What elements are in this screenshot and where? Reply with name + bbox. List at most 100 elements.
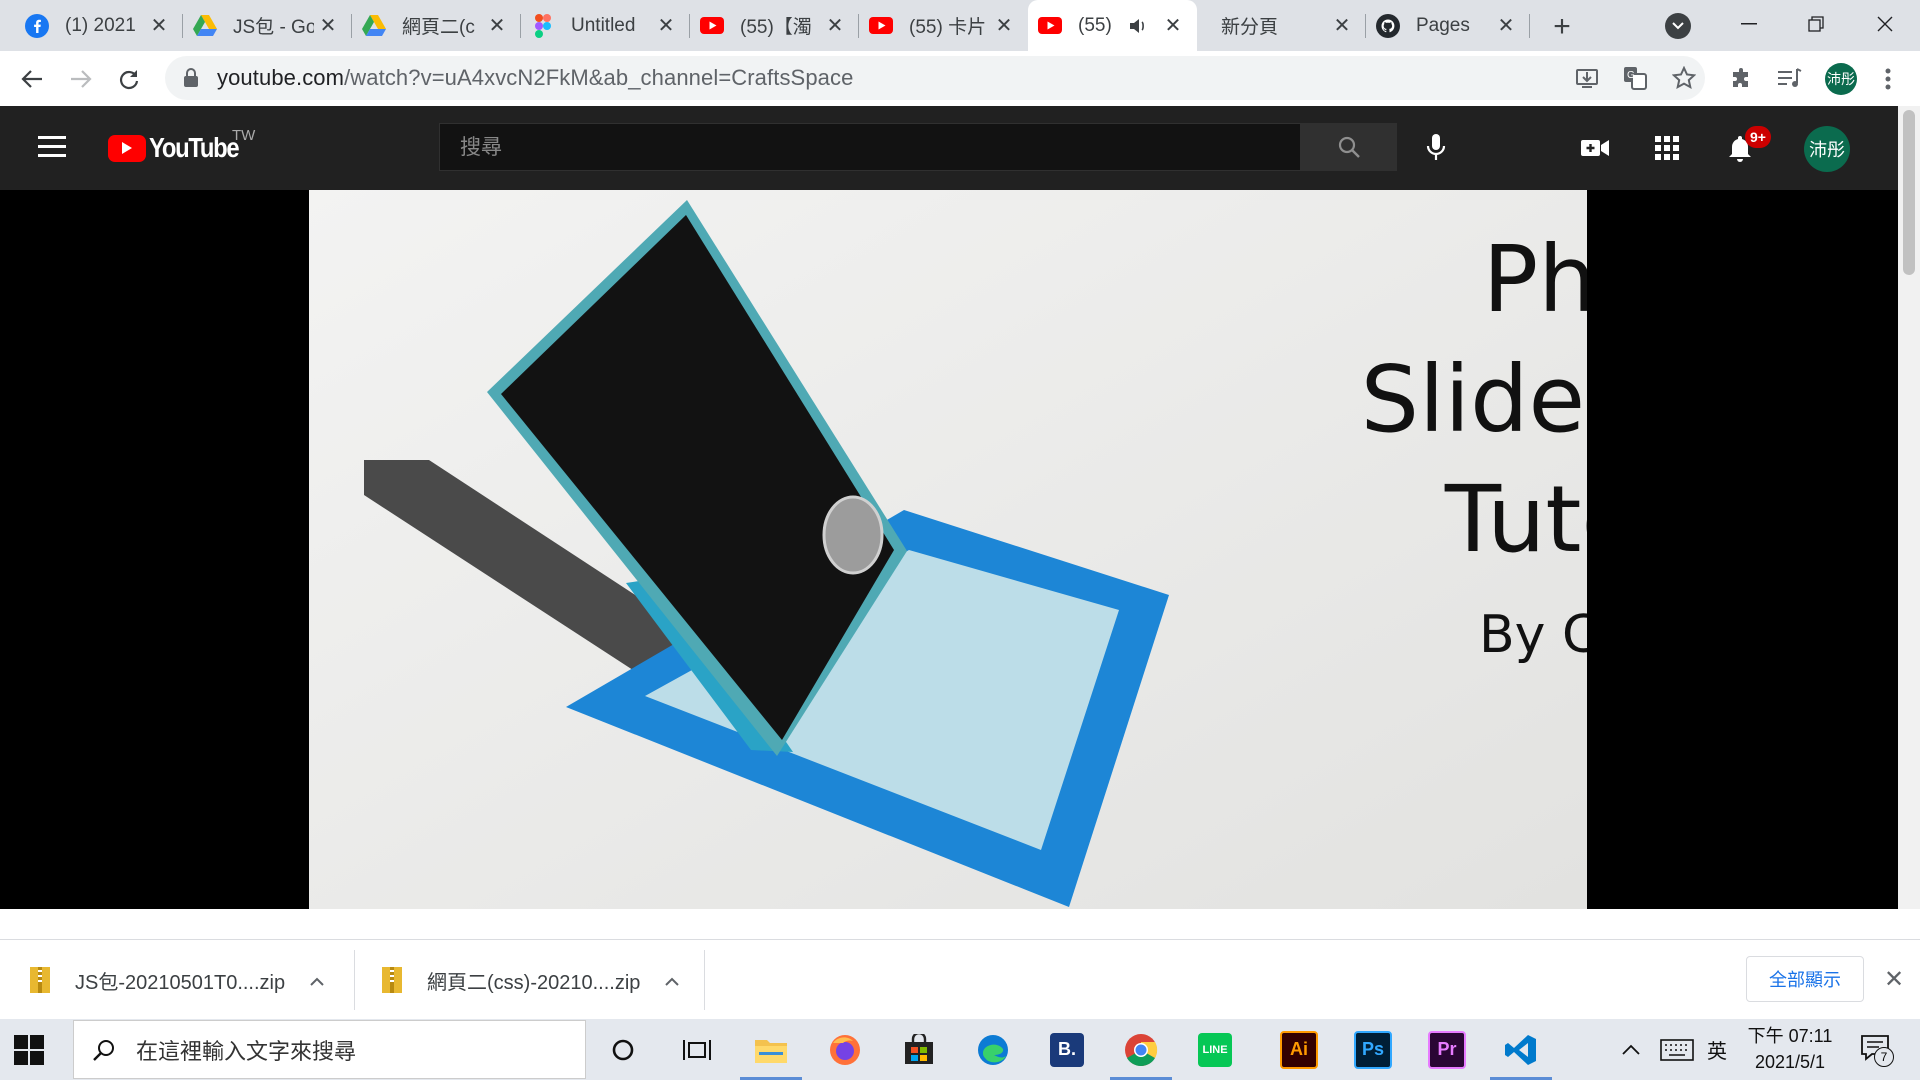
browser-tab-strip: (1) 2021 ✕ JS包 - Go ✕ 網頁二(c ✕ Untitled ✕… xyxy=(0,0,1920,51)
tab-figma[interactable]: Untitled ✕ xyxy=(521,0,690,51)
url-text[interactable]: youtube.com/watch?v=uA4xvcN2FkM&ab_chann… xyxy=(217,65,853,91)
browser-profile-avatar[interactable]: 沛彤 xyxy=(1825,63,1857,95)
minimize-button[interactable] xyxy=(1718,2,1780,46)
tab-close-icon[interactable]: ✕ xyxy=(1159,12,1187,40)
tab-close-icon[interactable]: ✕ xyxy=(314,12,342,40)
download-item[interactable]: 網頁二(css)-20210....zip xyxy=(352,940,704,1020)
github-icon xyxy=(1376,13,1400,38)
scrollbar-thumb[interactable] xyxy=(1903,110,1915,275)
figma-icon xyxy=(531,13,555,38)
tab-close-icon[interactable]: ✕ xyxy=(990,12,1018,40)
show-hidden-icons-chevron[interactable] xyxy=(1622,1019,1640,1080)
tab-close-icon[interactable]: ✕ xyxy=(652,12,680,40)
voice-search-button[interactable] xyxy=(1415,126,1457,168)
youtube-account-avatar[interactable]: 沛彤 xyxy=(1804,126,1850,172)
cortana-icon[interactable] xyxy=(586,1019,660,1080)
watch-page: Photo Slider Card Tutorial By Crafts Spa… xyxy=(0,190,1898,909)
page-content-gap xyxy=(0,909,1920,939)
chevron-up-icon[interactable] xyxy=(310,970,324,991)
reload-button[interactable] xyxy=(110,60,148,98)
install-app-icon[interactable] xyxy=(1574,65,1600,91)
file-explorer-icon[interactable] xyxy=(734,1019,808,1080)
task-view-icon[interactable] xyxy=(660,1019,734,1080)
guide-menu-icon[interactable] xyxy=(38,136,66,158)
address-bar[interactable]: youtube.com/watch?v=uA4xvcN2FkM&ab_chann… xyxy=(165,56,1705,100)
youtube-search-box[interactable] xyxy=(439,123,1301,171)
tab-youtube-active[interactable]: (55) ✕ xyxy=(1028,0,1197,51)
youtube-header: YouTube TW 9+ 沛彤 xyxy=(0,106,1898,190)
tab-label: Untitled xyxy=(571,14,636,36)
new-tab-button[interactable]: + xyxy=(1544,9,1580,45)
tab-search-button[interactable] xyxy=(1665,13,1691,39)
youtube-icon xyxy=(1038,14,1062,38)
tab-github-pages[interactable]: Pages ✕ xyxy=(1366,0,1530,51)
youtube-icon xyxy=(700,14,724,38)
close-shelf-icon[interactable]: ✕ xyxy=(1880,964,1908,994)
tab-facebook[interactable]: (1) 2021 ✕ xyxy=(15,0,183,51)
download-separator xyxy=(704,950,705,1010)
system-clock[interactable]: 下午 07:11 2021/5/1 xyxy=(1740,1023,1840,1075)
zip-file-icon xyxy=(30,967,50,993)
download-item[interactable]: JS包-20210501T0....zip xyxy=(0,940,352,1020)
apps-grid-icon[interactable] xyxy=(1652,133,1682,163)
line-app-icon[interactable]: LINE xyxy=(1178,1019,1252,1080)
illustrator-icon[interactable]: Ai xyxy=(1262,1019,1336,1080)
microphone-icon xyxy=(1426,134,1446,160)
clock-date: 2021/5/1 xyxy=(1754,1052,1826,1072)
audio-playing-icon[interactable] xyxy=(1129,16,1150,36)
chrome-icon[interactable] xyxy=(1104,1019,1178,1080)
tab-label: 新分頁 xyxy=(1221,17,1279,38)
tab-label: 網頁二(c xyxy=(402,17,475,38)
tab-close-icon[interactable]: ✕ xyxy=(821,12,849,40)
create-video-icon[interactable] xyxy=(1580,133,1610,163)
close-window-button[interactable] xyxy=(1854,2,1916,46)
extensions-icon[interactable] xyxy=(1728,65,1756,93)
back-button[interactable] xyxy=(13,60,51,98)
tab-youtube-1[interactable]: (55)【濁 ✕ xyxy=(690,0,859,51)
youtube-logo[interactable]: YouTube TW xyxy=(108,127,255,165)
tab-google-drive-js[interactable]: JS包 - Go ✕ xyxy=(183,0,352,51)
facebook-icon xyxy=(25,13,49,38)
action-center-icon[interactable]: 7 xyxy=(1860,1033,1896,1067)
ime-indicator[interactable]: 英 xyxy=(1707,1019,1727,1080)
lock-icon[interactable] xyxy=(183,68,199,88)
tab-close-icon[interactable]: ✕ xyxy=(1328,12,1356,40)
tab-google-drive-css[interactable]: 網頁二(c ✕ xyxy=(352,0,521,51)
windows-start-icon[interactable] xyxy=(14,1035,44,1065)
video-player[interactable]: Photo Slider Card Tutorial By Crafts Spa… xyxy=(309,190,1587,909)
booking-app-icon[interactable]: B. xyxy=(1030,1019,1104,1080)
restore-button[interactable] xyxy=(1785,2,1847,46)
tab-close-icon[interactable]: ✕ xyxy=(483,12,511,40)
translate-icon[interactable]: G xyxy=(1622,65,1648,91)
photoshop-icon[interactable]: Ps xyxy=(1336,1019,1410,1080)
browser-toolbar: youtube.com/watch?v=uA4xvcN2FkM&ab_chann… xyxy=(0,51,1920,107)
tab-close-icon[interactable]: ✕ xyxy=(145,12,173,40)
chevron-up-icon[interactable] xyxy=(665,970,680,991)
tab-separator xyxy=(1529,14,1530,38)
edge-icon[interactable] xyxy=(956,1019,1030,1080)
tab-youtube-2[interactable]: (55) 卡片 ✕ xyxy=(859,0,1028,51)
firefox-icon[interactable] xyxy=(808,1019,882,1080)
forward-button[interactable] xyxy=(62,60,100,98)
tab-label: Pages xyxy=(1416,14,1470,36)
media-control-icon[interactable] xyxy=(1776,65,1804,93)
tab-label: (1) 2021 xyxy=(65,14,136,36)
download-filename: 網頁二(css)-20210....zip xyxy=(427,971,641,994)
tab-new-tab-page[interactable]: 新分頁 ✕ xyxy=(1197,0,1366,51)
browser-menu-icon[interactable] xyxy=(1876,63,1900,95)
taskbar-search-box[interactable]: 在這裡輸入文字來搜尋 xyxy=(73,1020,586,1079)
youtube-wordmark: YouTube xyxy=(149,132,240,163)
microsoft-store-icon[interactable] xyxy=(882,1019,956,1080)
show-all-downloads-button[interactable]: 全部顯示 xyxy=(1746,956,1864,1002)
vscode-icon[interactable] xyxy=(1484,1019,1558,1080)
youtube-search-input[interactable] xyxy=(458,134,1262,160)
premiere-icon[interactable]: Pr xyxy=(1410,1019,1484,1080)
tab-close-icon[interactable]: ✕ xyxy=(1492,12,1520,40)
youtube-search-button[interactable] xyxy=(1301,123,1397,171)
country-code: TW xyxy=(232,127,256,144)
keyboard-icon[interactable] xyxy=(1660,1019,1694,1080)
youtube-icon xyxy=(869,14,893,38)
page-scrollbar[interactable] xyxy=(1898,106,1920,909)
thumbnail-title-line: Slider Card xyxy=(1360,346,1587,453)
bookmark-star-icon[interactable] xyxy=(1671,65,1697,91)
